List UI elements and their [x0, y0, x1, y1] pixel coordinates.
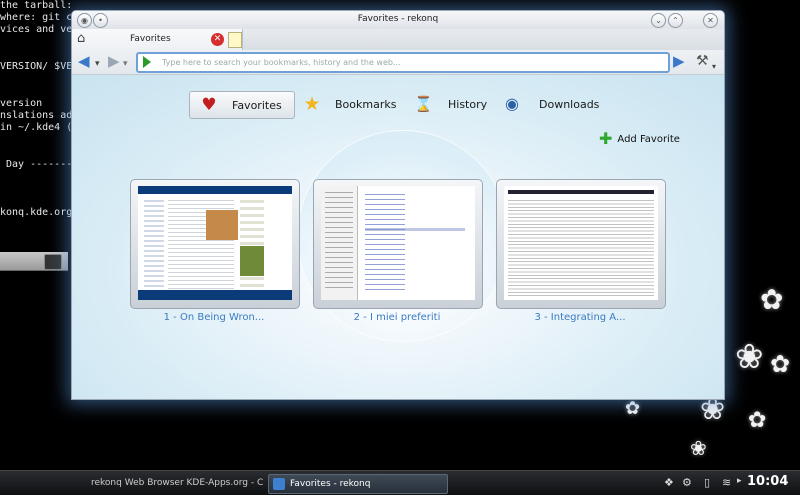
nav-history-label: History — [448, 97, 488, 111]
battery-icon[interactable]: ▯ — [704, 476, 710, 489]
window-title: Favorites - rekonq — [357, 14, 439, 24]
clock[interactable]: 10:04 — [747, 474, 788, 489]
favorite-thumbnail-3[interactable] — [496, 179, 666, 309]
favorite-preview-3 — [504, 186, 658, 300]
background-terminal: the tarball: where: git clo vices and ver… — [0, 0, 80, 280]
nav-downloads-label: Downloads — [539, 97, 600, 111]
favorite-preview-2 — [321, 186, 475, 300]
taskbar-task-1-label: rekonq Web Browser KDE-Apps.org - Chr — [91, 478, 264, 488]
go-forward-icon[interactable]: ▶ — [673, 53, 685, 69]
notifications-icon[interactable]: ❖ — [664, 476, 674, 489]
tools-chevron-icon[interactable]: ▾ — [712, 59, 716, 75]
taskbar: rekonq Web Browser KDE-Apps.org - Chr Fa… — [0, 470, 800, 495]
terminal-line: VERSION/ $VERSI — [0, 61, 80, 73]
close-window-icon[interactable]: ✕ — [703, 13, 718, 28]
tab-bar: ⌂ Favorites ✕ — [72, 29, 724, 50]
back-history-chevron-icon[interactable]: ▾ — [95, 56, 100, 72]
nav-downloads[interactable]: ◉ Downloads — [503, 91, 599, 117]
minimize-icon[interactable]: ⌄ — [651, 13, 666, 28]
back-icon[interactable]: ◀ — [78, 53, 90, 69]
terminal-icon[interactable] — [44, 254, 62, 270]
close-tab-icon[interactable]: ✕ — [211, 33, 224, 46]
preview-sidebar — [240, 200, 264, 290]
preview-footer — [138, 290, 292, 300]
preview-ad — [240, 246, 264, 276]
favorite-title-3[interactable]: 3 - Integrating A... — [496, 312, 664, 323]
favorite-title-1[interactable]: 1 - On Being Wron... — [130, 312, 298, 323]
preview-header — [138, 186, 292, 194]
nav-bookmarks-label: Bookmarks — [335, 97, 397, 111]
flower-decoration-icon: ❀ — [690, 436, 707, 460]
titlebar: ◉ • Favorites - rekonq ⌄ ⌃ ✕ — [72, 11, 724, 29]
flower-decoration-icon: ✿ — [770, 350, 791, 378]
nav-favorites[interactable]: ♥ Favorites — [189, 91, 295, 119]
tray-expand-icon[interactable]: ▸ — [737, 476, 742, 486]
package-icon[interactable]: ⚙ — [682, 476, 692, 489]
add-favorite-label: Add Favorite — [617, 133, 680, 145]
home-icon[interactable]: ⌂ — [77, 31, 85, 46]
star-icon: ★ — [303, 93, 321, 115]
forward-icon[interactable]: ▶ — [108, 53, 120, 69]
terminal-line: in ~/.kde4 (o — [0, 122, 79, 134]
navigation-toolbar: ◀ ▾ ▶ ▾ ▶ ⚒ ▾ — [72, 50, 724, 75]
new-tab-icon[interactable] — [228, 32, 242, 48]
preview-divider — [365, 228, 465, 231]
hourglass-icon: ⌛ — [414, 95, 433, 113]
favorite-title-2[interactable]: 2 - I miei preferiti — [313, 312, 481, 323]
preview-text — [325, 192, 353, 292]
nav-bookmarks[interactable]: ★ Bookmarks — [303, 91, 396, 117]
taskbar-task-2-label: Favorites - rekonq — [290, 479, 371, 489]
globe-download-icon: ◉ — [505, 94, 519, 113]
preview-header — [508, 190, 654, 194]
nav-history[interactable]: ⌛ History — [414, 91, 487, 117]
url-bar[interactable] — [136, 52, 670, 73]
nav-favorites-label: Favorites — [232, 98, 282, 112]
flower-decoration-icon: ✿ — [760, 283, 784, 316]
terminal-line: version — [0, 97, 43, 109]
preview-nav — [144, 200, 164, 290]
preview-image — [206, 210, 238, 240]
taskbar-task-1[interactable]: rekonq Web Browser KDE-Apps.org - Chr — [82, 474, 264, 492]
tab-favorites[interactable]: ⌂ Favorites ✕ — [72, 29, 243, 50]
add-icon: ✚ — [599, 129, 613, 148]
preview-text — [508, 200, 654, 296]
forward-history-chevron-icon[interactable]: ▾ — [123, 56, 128, 72]
url-input[interactable] — [158, 55, 662, 69]
terminal-line: Day ------- — [0, 158, 73, 170]
flower-decoration-icon: ❀ — [735, 337, 764, 377]
tools-icon[interactable]: ⚒ — [696, 53, 709, 69]
taskbar-task-2[interactable]: Favorites - rekonq — [268, 474, 448, 494]
rekonq-icon — [273, 478, 285, 490]
heart-icon: ♥ — [201, 95, 217, 115]
go-icon — [143, 56, 151, 68]
tab-label: Favorites — [130, 34, 171, 44]
wifi-icon[interactable]: ≋ — [722, 476, 731, 489]
terminal-line: konq.kde.org — [0, 207, 73, 219]
terminal-line: nslations adde — [0, 109, 80, 121]
terminal-line: the tarball: — [0, 0, 79, 11]
add-favorite-button[interactable]: ✚ Add Favorite — [599, 129, 680, 148]
flower-decoration-icon: ✿ — [748, 408, 767, 433]
terminal-line: where: git clo — [0, 12, 80, 24]
new-tab-page: ♥ Favorites ★ Bookmarks ⌛ History ◉ Down… — [72, 75, 724, 399]
terminal-line: vices and vers — [0, 24, 80, 36]
flower-decoration-icon: ✿ — [625, 398, 641, 419]
favorite-preview-1 — [138, 186, 292, 300]
favorite-thumbnail-1[interactable] — [130, 179, 300, 309]
maximize-icon[interactable]: ⌃ — [668, 13, 683, 28]
preview-links — [365, 194, 405, 294]
browser-window: ◉ • Favorites - rekonq ⌄ ⌃ ✕ ⌂ Favorites… — [71, 10, 725, 400]
favorite-thumbnail-2[interactable] — [313, 179, 483, 309]
